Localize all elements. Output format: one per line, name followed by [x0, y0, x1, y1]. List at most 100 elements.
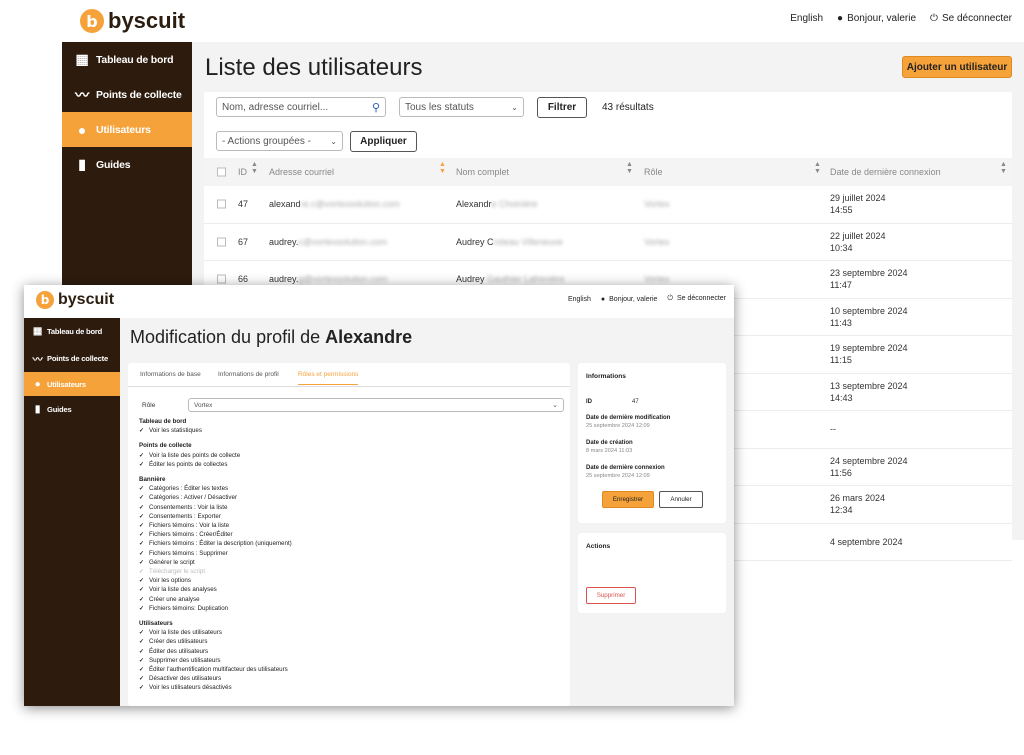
- sidebar-item-users[interactable]: ● Utilisateurs: [62, 112, 192, 147]
- sidebar-item-label: Guides: [96, 158, 131, 171]
- permission-item[interactable]: Catégories : Activer / Désactiver: [139, 493, 292, 502]
- permission-item[interactable]: Générer le script: [139, 558, 292, 567]
- user-icon: ●: [34, 378, 41, 390]
- permission-item[interactable]: Consentements : Voir la liste: [139, 503, 292, 512]
- logout-link[interactable]: ⏻ Se déconnecter: [667, 295, 726, 303]
- table-row[interactable]: 67 audrey.c@vortexsolution.com Audrey Crot…: [204, 224, 1012, 261]
- cell-email[interactable]: audrey.c@vortexsolution.com: [269, 237, 387, 247]
- bulk-actions-select[interactable]: - Actions groupées - ⌄: [216, 131, 343, 151]
- sidebar: ▦ Tableau de bord 〰 Points de collecte ● Ut…: [24, 318, 120, 706]
- column-email[interactable]: Adresse courriel: [269, 167, 334, 177]
- cell-email-visible: audrey.: [269, 236, 299, 247]
- sort-icon[interactable]: ▲ ▼: [251, 161, 258, 175]
- apply-button[interactable]: Appliquer: [350, 131, 417, 152]
- cancel-button[interactable]: Annuler: [659, 491, 703, 508]
- account-link[interactable]: ● Bonjour, valerie: [837, 13, 916, 24]
- row-checkbox[interactable]: [217, 237, 226, 247]
- permission-group-heading: Bannière: [139, 476, 166, 484]
- role-select[interactable]: Vortex ⌄: [188, 398, 564, 412]
- permission-item[interactable]: Fichiers témoins : Supprimer: [139, 549, 292, 558]
- sort-icon[interactable]: ▲ ▼: [814, 161, 821, 175]
- info-title: Informations: [586, 373, 626, 380]
- filter-button[interactable]: Filtrer: [537, 97, 587, 118]
- cell-date: --: [830, 424, 836, 435]
- logout-link[interactable]: ⏻ Se déconnecter: [930, 13, 1012, 24]
- sort-icon[interactable]: ▲ ▼: [626, 161, 633, 175]
- sidebar-item-guides[interactable]: ▮ Guides: [62, 147, 192, 182]
- delete-button[interactable]: Supprimer: [586, 587, 636, 604]
- cell-name: Alexandre Choinière: [456, 199, 538, 209]
- sidebar-item-collection-points[interactable]: 〰 Points de collecte: [24, 345, 120, 372]
- column-id[interactable]: ID: [238, 167, 247, 177]
- permission-item[interactable]: Éditer les points de collectes: [139, 460, 292, 469]
- permission-item[interactable]: Fichiers témoins : Voir la liste: [139, 521, 292, 530]
- permission-item[interactable]: Éditer l'authentification multifacteur d…: [139, 665, 292, 674]
- permission-item[interactable]: Voir la liste des utilisateurs: [139, 628, 292, 637]
- cell-time: 14:55: [830, 205, 853, 216]
- permission-item[interactable]: Fichiers témoins : Éditer la description…: [139, 539, 292, 548]
- cell-last-login: 26 mars 2024 12:34: [830, 492, 885, 516]
- save-button[interactable]: Enregistrer: [602, 491, 654, 508]
- search-icon[interactable]: ⚲: [372, 101, 380, 114]
- permission-item[interactable]: Voir les statistiques: [139, 426, 292, 435]
- permission-item[interactable]: Consentements : Exporter: [139, 512, 292, 521]
- cell-date: 13 septembre 2024: [830, 380, 908, 391]
- cell-email[interactable]: alexandre.c@vortexsolution.com: [269, 199, 400, 209]
- cell-role: Vortex: [644, 199, 670, 210]
- permission-item[interactable]: Créer des utilisateurs: [139, 637, 292, 646]
- permission-item[interactable]: Voir la liste des points de collecte: [139, 451, 292, 460]
- brand-logo[interactable]: b byscuit: [80, 8, 185, 34]
- sidebar-item-collection-points[interactable]: 〰 Points de collecte: [62, 77, 192, 112]
- tab-basic-info[interactable]: Informations de base: [140, 371, 201, 378]
- sidebar-item-users[interactable]: ● Utilisateurs: [24, 372, 120, 396]
- book-icon: ▮: [34, 404, 41, 415]
- bulk-actions-value: - Actions groupées -: [222, 135, 311, 147]
- permission-item[interactable]: Voir la liste des analyses: [139, 585, 292, 594]
- column-name[interactable]: Nom complet: [456, 167, 509, 177]
- language-link[interactable]: English: [790, 13, 823, 24]
- column-last-login[interactable]: Date de dernière connexion: [830, 167, 941, 177]
- role-label: Rôle: [142, 402, 156, 409]
- user-icon: ●: [600, 295, 606, 303]
- column-role[interactable]: Rôle: [644, 167, 663, 177]
- table-row[interactable]: 47 alexandre.c@vortexsolution.com Alexandr…: [204, 186, 1012, 224]
- cell-last-login: 13 septembre 2024 14:43: [830, 380, 908, 404]
- tab-roles-permissions[interactable]: Rôles et permissions: [298, 371, 359, 385]
- language-link[interactable]: English: [568, 296, 591, 303]
- sidebar-item-guides[interactable]: ▮ Guides: [24, 396, 120, 423]
- cell-date: 29 juillet 2024: [830, 193, 886, 204]
- greeting-text: Bonjour, valerie: [609, 295, 658, 303]
- permission-item[interactable]: Catégories : Éditer les textes: [139, 484, 292, 493]
- account-link[interactable]: ● Bonjour, valerie: [601, 296, 658, 303]
- sidebar-item-dashboard[interactable]: ▦ Tableau de bord: [24, 318, 120, 345]
- cell-email[interactable]: audrey.g@vortexsolution.com: [269, 274, 388, 284]
- tab-profile-info[interactable]: Informations de profil: [218, 371, 279, 378]
- profile-edit-window: b byscuit English ● Bonjour, valerie ⏻ Se …: [24, 285, 734, 706]
- cell-last-login: 10 septembre 2024 11:43: [830, 305, 908, 329]
- sort-icon[interactable]: ▲ ▼: [439, 161, 446, 175]
- permission-item[interactable]: Voir les utilisateurs désactivés: [139, 683, 292, 692]
- permission-item[interactable]: Fichiers témoins : Créer/Éditer: [139, 530, 292, 539]
- permission-item[interactable]: Supprimer des utilisateurs: [139, 656, 292, 665]
- row-checkbox[interactable]: [217, 274, 226, 284]
- permission-item[interactable]: Voir les options: [139, 576, 292, 585]
- last-login-label: Date de dernière connexion: [586, 465, 665, 471]
- table-header: ID ▲ ▼ Adresse courriel ▲ ▼ Nom complet ▲ ▼…: [204, 158, 1012, 186]
- brand-logo[interactable]: b byscuit: [36, 291, 114, 309]
- sidebar-item-dashboard[interactable]: ▦ Tableau de bord: [62, 42, 192, 77]
- created-label: Date de création: [586, 440, 633, 446]
- permission-item[interactable]: Fichiers témoins: Duplication: [139, 604, 292, 613]
- sort-icon[interactable]: ▲ ▼: [1000, 161, 1007, 175]
- permission-item[interactable]: Éditer des utilisateurs: [139, 647, 292, 656]
- add-user-button[interactable]: Ajouter un utilisateur: [902, 56, 1012, 78]
- permission-item[interactable]: Désactiver des utilisateurs: [139, 674, 292, 683]
- permission-item[interactable]: Télécharger le script: [139, 567, 292, 576]
- select-all-checkbox[interactable]: [217, 167, 226, 177]
- search-input[interactable]: Nom, adresse courriel... ⚲: [216, 97, 386, 117]
- permission-group-heading: Utilisateurs: [139, 620, 173, 628]
- row-checkbox[interactable]: [217, 199, 226, 209]
- permission-group-heading: Points de collecte: [139, 442, 192, 450]
- permission-item[interactable]: Créer une analyse: [139, 595, 292, 604]
- app-header: b byscuit English ● Bonjour, valerie ⏻ Se …: [62, 0, 1024, 42]
- status-select[interactable]: Tous les statuts ⌄: [399, 97, 524, 117]
